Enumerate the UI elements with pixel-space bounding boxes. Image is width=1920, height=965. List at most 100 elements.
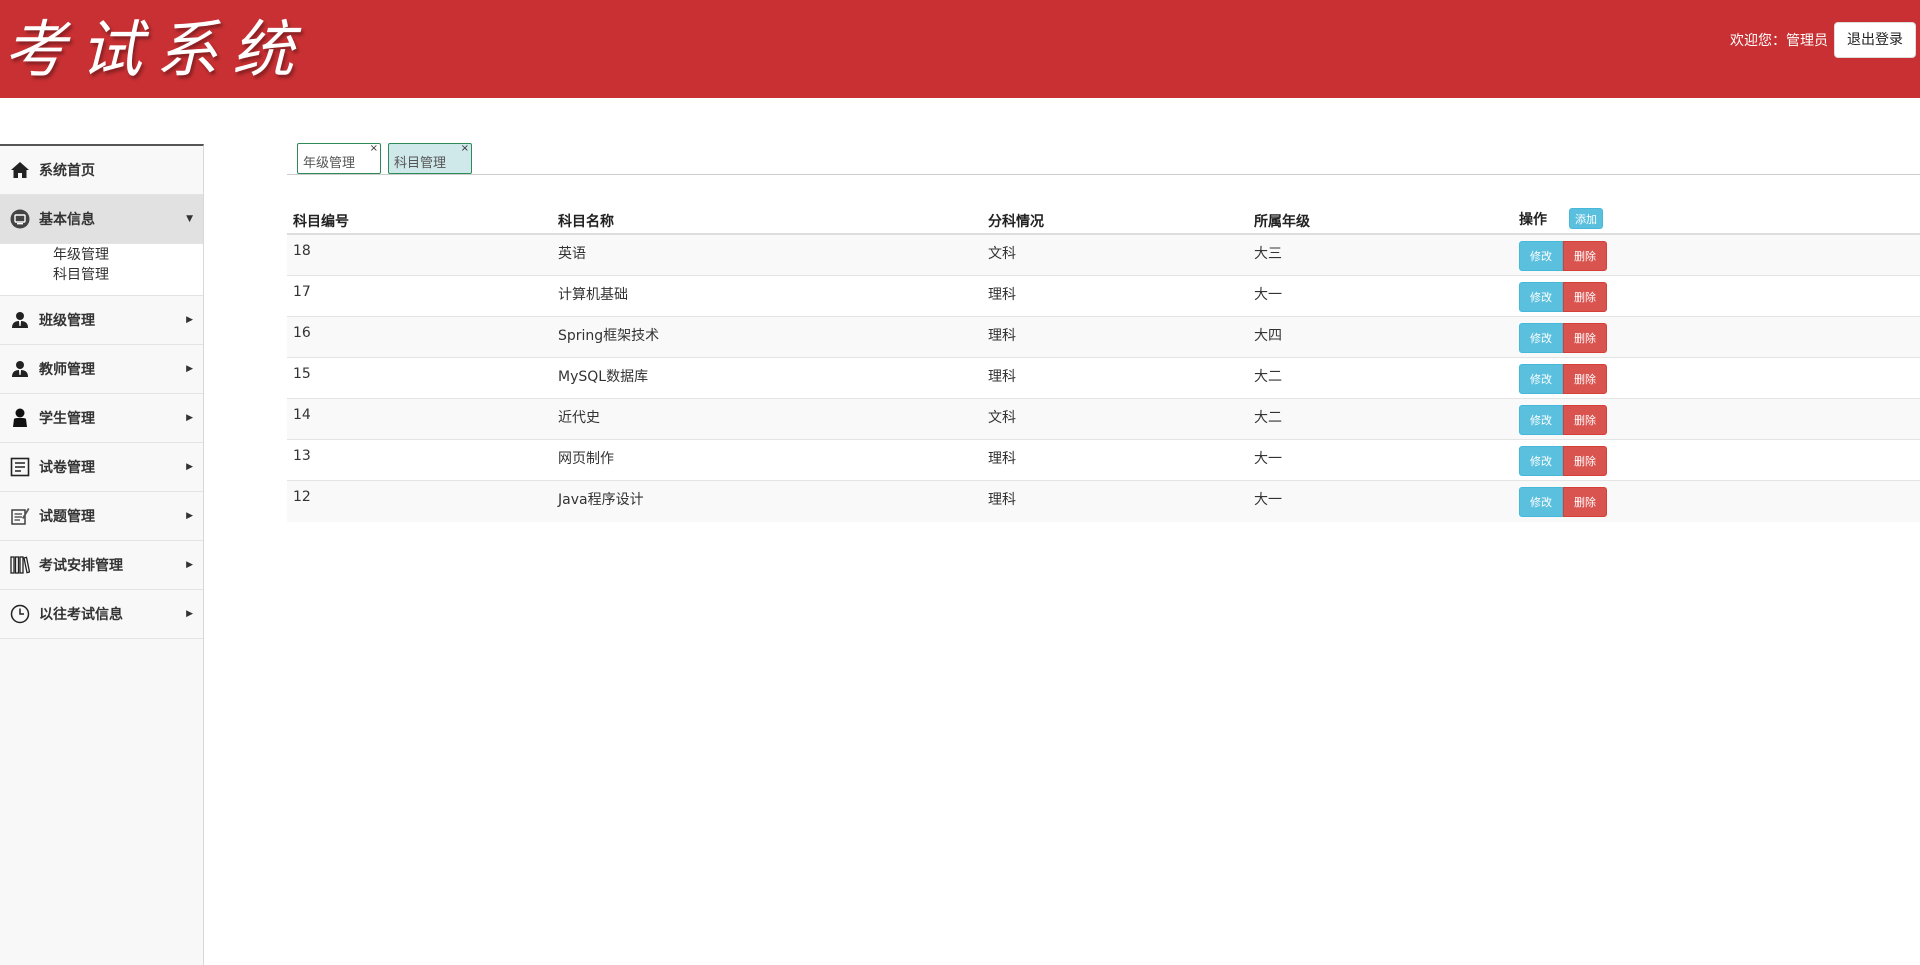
delete-button[interactable]: 删除 xyxy=(1563,487,1607,517)
header-bar: 考试系统 欢迎您：管理员 退出登录 xyxy=(0,0,1920,98)
cell-type: 理科 xyxy=(988,328,1016,344)
sidebar-item-label: 教师管理 xyxy=(39,362,95,378)
sidebar-item-basic-info[interactable]: 基本信息 ▼ xyxy=(0,195,203,244)
close-icon[interactable]: × xyxy=(461,143,469,154)
tab-bar: 年级管理 × 科目管理 × xyxy=(287,143,1920,175)
delete-button[interactable]: 删除 xyxy=(1563,364,1607,394)
tab-subject-management[interactable]: 科目管理 × xyxy=(388,143,472,174)
tab-grade-management[interactable]: 年级管理 × xyxy=(297,143,381,174)
table-row: 16 Spring框架技术 理科 大四 修改 删除 xyxy=(287,317,1920,358)
sidebar-item-label: 以往考试信息 xyxy=(39,607,123,623)
tab-label: 科目管理 xyxy=(394,156,447,171)
delete-button[interactable]: 删除 xyxy=(1563,446,1607,476)
sidebar-item-paper[interactable]: 试卷管理 ▶ xyxy=(0,443,203,492)
close-icon[interactable]: × xyxy=(370,143,378,154)
table-row: 12 Java程序设计 理科 大一 修改 删除 xyxy=(287,481,1920,522)
row-actions: 修改 删除 xyxy=(1519,282,1607,312)
delete-button[interactable]: 删除 xyxy=(1563,241,1607,271)
table-row: 13 网页制作 理科 大一 修改 删除 xyxy=(287,440,1920,481)
column-header-actions: 操作 xyxy=(1519,212,1547,228)
user-icon xyxy=(9,407,31,429)
cell-type: 理科 xyxy=(988,451,1016,467)
submenu-item-grade[interactable]: 年级管理 xyxy=(53,245,203,265)
sidebar-item-class[interactable]: 班级管理 ▶ xyxy=(0,296,203,345)
cell-name: Java程序设计 xyxy=(558,492,644,508)
app-logo: 考试系统 xyxy=(4,13,309,86)
cell-id: 12 xyxy=(293,489,311,505)
sidebar-item-past-exams[interactable]: 以往考试信息 ▶ xyxy=(0,590,203,639)
cell-id: 18 xyxy=(293,243,311,259)
user-tie-icon xyxy=(9,309,31,331)
sidebar-item-label: 基本信息 xyxy=(39,212,95,228)
delete-button[interactable]: 删除 xyxy=(1563,323,1607,353)
edit-button[interactable]: 修改 xyxy=(1519,241,1563,271)
edit-button[interactable]: 修改 xyxy=(1519,323,1563,353)
table-row: 17 计算机基础 理科 大一 修改 删除 xyxy=(287,276,1920,317)
row-actions: 修改 删除 xyxy=(1519,405,1607,435)
edit-document-icon xyxy=(9,505,31,527)
cell-name: 网页制作 xyxy=(558,451,614,467)
caret-right-icon: ▶ xyxy=(186,511,193,521)
cell-grade: 大三 xyxy=(1254,246,1282,262)
cell-id: 13 xyxy=(293,448,311,464)
cell-grade: 大一 xyxy=(1254,492,1282,508)
sidebar-item-label: 系统首页 xyxy=(39,163,95,179)
row-actions: 修改 删除 xyxy=(1519,241,1607,271)
table-row: 18 英语 文科 大三 修改 删除 xyxy=(287,235,1920,276)
caret-right-icon: ▶ xyxy=(186,462,193,472)
cell-name: Spring框架技术 xyxy=(558,328,660,344)
caret-right-icon: ▶ xyxy=(186,413,193,423)
caret-right-icon: ▶ xyxy=(186,364,193,374)
submenu-item-subject[interactable]: 科目管理 xyxy=(53,265,203,285)
desktop-icon xyxy=(9,208,31,230)
sidebar-item-label: 考试安排管理 xyxy=(39,558,123,574)
row-actions: 修改 删除 xyxy=(1519,487,1607,517)
cell-type: 文科 xyxy=(988,246,1016,262)
table-header: 科目编号 科目名称 分科情况 所属年级 操作 添加 xyxy=(287,207,1920,235)
column-header-grade: 所属年级 xyxy=(1254,214,1310,230)
cell-name: 计算机基础 xyxy=(558,287,628,303)
tab-label: 年级管理 xyxy=(303,156,356,171)
sidebar-item-teacher[interactable]: 教师管理 ▶ xyxy=(0,345,203,394)
cell-grade: 大一 xyxy=(1254,451,1282,467)
caret-right-icon: ▶ xyxy=(186,315,193,325)
edit-button[interactable]: 修改 xyxy=(1519,364,1563,394)
home-icon xyxy=(9,159,31,181)
cell-id: 14 xyxy=(293,407,311,423)
column-header-type: 分科情况 xyxy=(988,214,1044,230)
column-header-name: 科目名称 xyxy=(558,214,614,230)
cell-type: 理科 xyxy=(988,369,1016,385)
cell-grade: 大二 xyxy=(1254,369,1282,385)
sidebar-item-question[interactable]: 试题管理 ▶ xyxy=(0,492,203,541)
edit-button[interactable]: 修改 xyxy=(1519,282,1563,312)
add-button[interactable]: 添加 xyxy=(1569,208,1603,229)
sidebar-item-label: 试题管理 xyxy=(39,509,95,525)
edit-button[interactable]: 修改 xyxy=(1519,446,1563,476)
delete-button[interactable]: 删除 xyxy=(1563,282,1607,312)
caret-down-icon: ▼ xyxy=(186,214,193,224)
sidebar-item-exam-schedule[interactable]: 考试安排管理 ▶ xyxy=(0,541,203,590)
cell-type: 理科 xyxy=(988,287,1016,303)
logout-button[interactable]: 退出登录 xyxy=(1834,22,1916,58)
welcome-text: 欢迎您：管理员 xyxy=(1730,33,1828,49)
cell-id: 15 xyxy=(293,366,311,382)
cell-grade: 大四 xyxy=(1254,328,1282,344)
row-actions: 修改 删除 xyxy=(1519,446,1607,476)
sidebar-submenu: 年级管理 科目管理 xyxy=(0,244,203,296)
cell-name: 英语 xyxy=(558,246,586,262)
edit-button[interactable]: 修改 xyxy=(1519,487,1563,517)
cell-grade: 大一 xyxy=(1254,287,1282,303)
sidebar-item-label: 学生管理 xyxy=(39,411,95,427)
row-actions: 修改 删除 xyxy=(1519,323,1607,353)
sidebar-item-student[interactable]: 学生管理 ▶ xyxy=(0,394,203,443)
caret-right-icon: ▶ xyxy=(186,609,193,619)
document-icon xyxy=(9,456,31,478)
edit-button[interactable]: 修改 xyxy=(1519,405,1563,435)
sidebar-item-home[interactable]: 系统首页 xyxy=(0,146,203,195)
sidebar: 系统首页 基本信息 ▼ 年级管理 科目管理 班级管理 ▶ 教师管理 ▶ 学生管理… xyxy=(0,144,204,965)
cell-type: 理科 xyxy=(988,492,1016,508)
delete-button[interactable]: 删除 xyxy=(1563,405,1607,435)
cell-id: 17 xyxy=(293,284,311,300)
row-actions: 修改 删除 xyxy=(1519,364,1607,394)
cell-grade: 大二 xyxy=(1254,410,1282,426)
